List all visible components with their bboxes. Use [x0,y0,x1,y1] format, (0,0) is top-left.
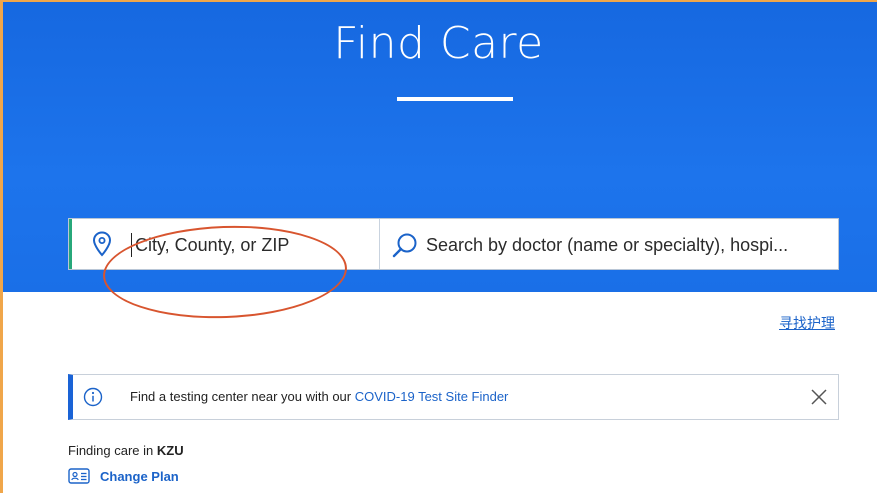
map-pin-icon [92,231,112,257]
search-term-input[interactable] [424,229,838,261]
plan-status: Finding care in KZU [68,443,184,458]
close-icon[interactable] [810,388,828,406]
covid-test-site-finder-link[interactable]: COVID-19 Test Site Finder [355,389,509,404]
frame-border-left [0,0,3,493]
title-underline [397,97,513,101]
page-title: Find Care [333,18,544,69]
covid-alert-banner: Find a testing center near you with our … [68,374,839,420]
alert-message: Find a testing center near you with our … [130,389,508,404]
change-plan-button[interactable]: Change Plan [68,466,179,486]
plan-prefix: Finding care in [68,443,157,458]
search-term-field[interactable] [380,219,838,269]
language-link[interactable]: 寻找护理 [779,313,835,333]
plan-code: KZU [156,443,184,458]
change-plan-label: Change Plan [100,468,179,484]
info-icon [83,387,103,407]
id-card-icon [68,468,90,484]
alert-text: Find a testing center near you with our [130,389,355,404]
frame-border-top [0,0,877,2]
search-icon [392,233,417,258]
